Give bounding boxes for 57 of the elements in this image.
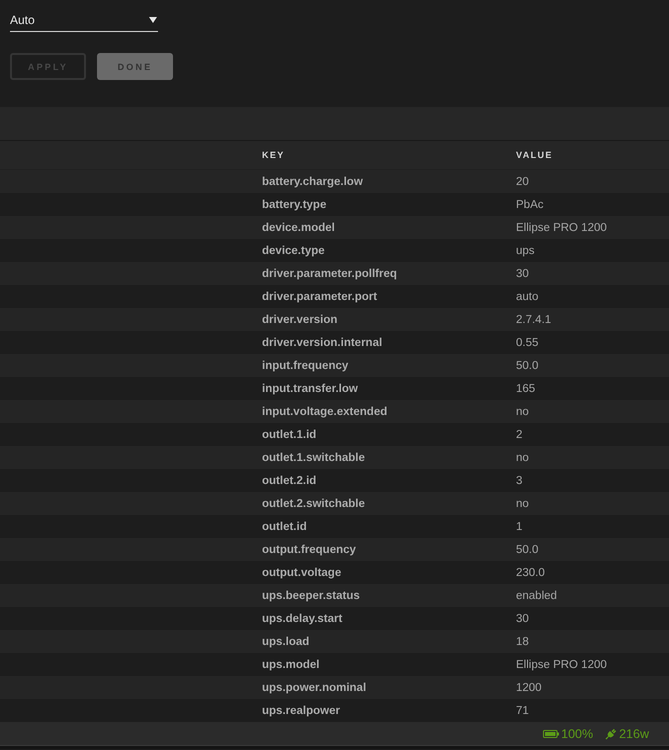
key-cell-text: driver.version.internal bbox=[261, 336, 384, 348]
value-cell-text: 30 bbox=[515, 612, 530, 624]
value-cell-text: 18 bbox=[515, 636, 530, 648]
value-cell-text: enabled bbox=[515, 590, 558, 602]
key-cell-text: driver.parameter.port bbox=[261, 290, 378, 302]
key-cell-text: ups.realpower bbox=[261, 704, 341, 716]
value-cell-text: ups bbox=[515, 244, 536, 256]
value-cell-text: 50.0 bbox=[515, 544, 540, 556]
mode-dropdown[interactable]: Auto bbox=[10, 10, 158, 32]
value-cell-text: auto bbox=[515, 290, 540, 302]
value-cell-text: no bbox=[515, 406, 530, 418]
value-cell-text: Ellipse PRO 1200 bbox=[515, 658, 608, 670]
key-cell-text: ups.power.nominal bbox=[261, 682, 368, 694]
value-cell-text: PbAc bbox=[515, 198, 544, 210]
key-cell-text: input.transfer.low bbox=[261, 382, 359, 394]
power-reading: 216w bbox=[619, 726, 649, 740]
key-cell-text: outlet.2.switchable bbox=[261, 498, 366, 510]
key-cell-text: input.voltage.extended bbox=[261, 406, 388, 418]
value-cell-text: no bbox=[515, 498, 530, 510]
dropdown-value: Auto bbox=[10, 12, 35, 26]
value-cell-text: 30 bbox=[515, 268, 530, 280]
value-cell-text: 230.0 bbox=[515, 566, 546, 578]
key-cell-text: outlet.1.id bbox=[261, 428, 318, 440]
key-cell-text: ups.beeper.status bbox=[261, 590, 361, 602]
plug-icon bbox=[605, 728, 618, 740]
value-cell-text: 2 bbox=[515, 428, 524, 440]
key-cell-text: input.frequency bbox=[261, 360, 350, 372]
value-cell-text: 3 bbox=[515, 474, 524, 486]
value-cell-text: Ellipse PRO 1200 bbox=[515, 222, 608, 234]
column-header: KEY bbox=[261, 150, 286, 160]
key-cell-text: driver.parameter.pollfreq bbox=[261, 268, 398, 280]
key-cell-text: driver.version bbox=[261, 314, 338, 326]
key-cell-text: ups.load bbox=[261, 636, 310, 648]
key-cell-text: output.frequency bbox=[261, 544, 357, 556]
value-cell-text: 1200 bbox=[515, 682, 543, 694]
key-cell-text: output.voltage bbox=[261, 566, 342, 578]
value-cell-text: 0.55 bbox=[515, 336, 540, 348]
caret-icon bbox=[149, 16, 157, 22]
value-cell-text: 165 bbox=[515, 382, 536, 394]
value-cell-text: no bbox=[515, 452, 530, 464]
key-cell-text: outlet.1.switchable bbox=[261, 452, 366, 464]
battery-icon bbox=[543, 730, 560, 738]
value-cell-text: 71 bbox=[515, 704, 530, 716]
key-cell-text: ups.delay.start bbox=[261, 612, 344, 624]
battery-percent: 100% bbox=[561, 726, 594, 740]
value-cell-text: 50.0 bbox=[515, 360, 540, 372]
value-cell-text: 1 bbox=[515, 520, 524, 532]
column-header: VALUE bbox=[515, 150, 554, 160]
key-cell-text: outlet.2.id bbox=[261, 474, 318, 486]
key-cell-text: device.type bbox=[261, 244, 326, 256]
key-cell-text: battery.charge.low bbox=[261, 176, 364, 188]
value-cell-text: 2.7.4.1 bbox=[515, 314, 552, 326]
key-cell-text: battery.type bbox=[261, 198, 328, 210]
value-cell-text: 20 bbox=[515, 176, 530, 188]
key-cell-text: ups.model bbox=[261, 658, 321, 670]
key-cell-text: outlet.id bbox=[261, 520, 308, 532]
key-cell-text: device.model bbox=[261, 222, 336, 234]
